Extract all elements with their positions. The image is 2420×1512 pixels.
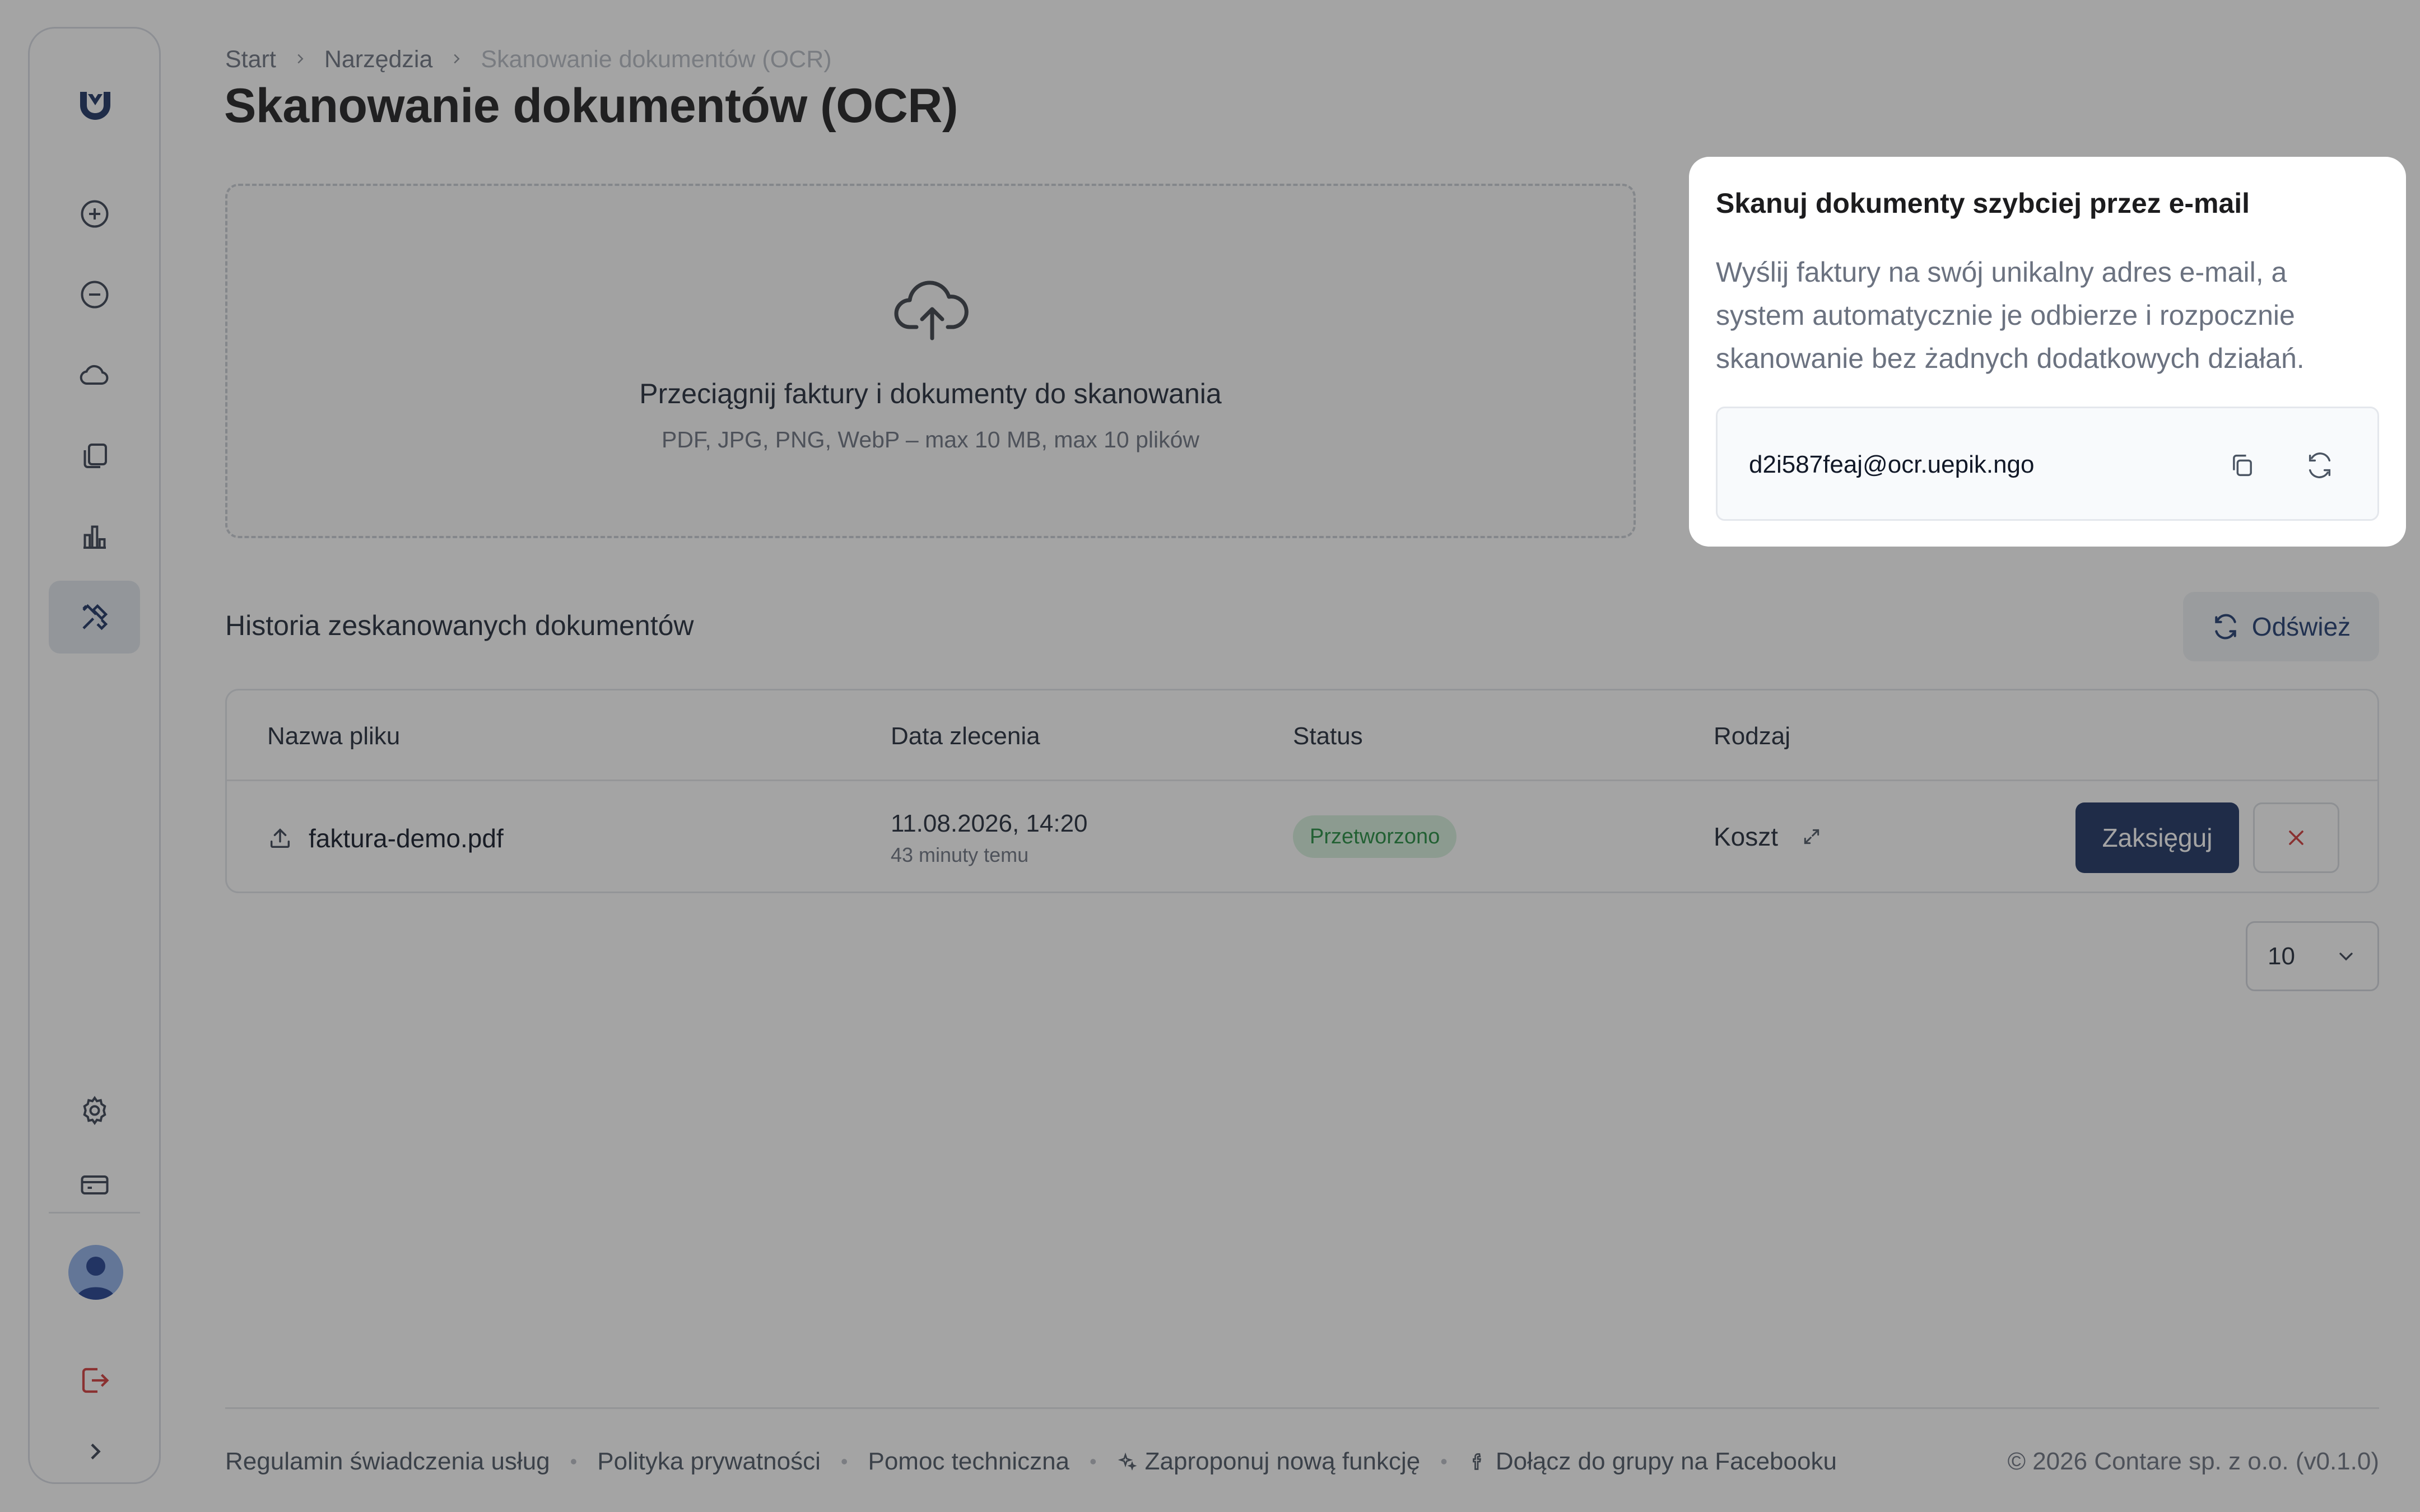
email-scan-card: Skanuj dokumenty szybciej przez e-mail W… bbox=[1689, 157, 2406, 547]
copy-icon bbox=[2233, 454, 2252, 477]
email-address-box: d2i587feaj@ocr.uepik.ngo bbox=[1716, 407, 2379, 521]
refresh-icon bbox=[2309, 452, 2331, 478]
scan-email-address[interactable]: d2i587feaj@ocr.uepik.ngo bbox=[1749, 451, 2034, 479]
regenerate-email-button[interactable] bbox=[2303, 449, 2337, 482]
copy-email-button[interactable] bbox=[2226, 449, 2259, 482]
email-card-title: Skanuj dokumenty szybciej przez e-mail bbox=[1716, 188, 2250, 219]
email-card-description: Wyślij faktury na swój unikalny adres e-… bbox=[1716, 256, 2305, 374]
